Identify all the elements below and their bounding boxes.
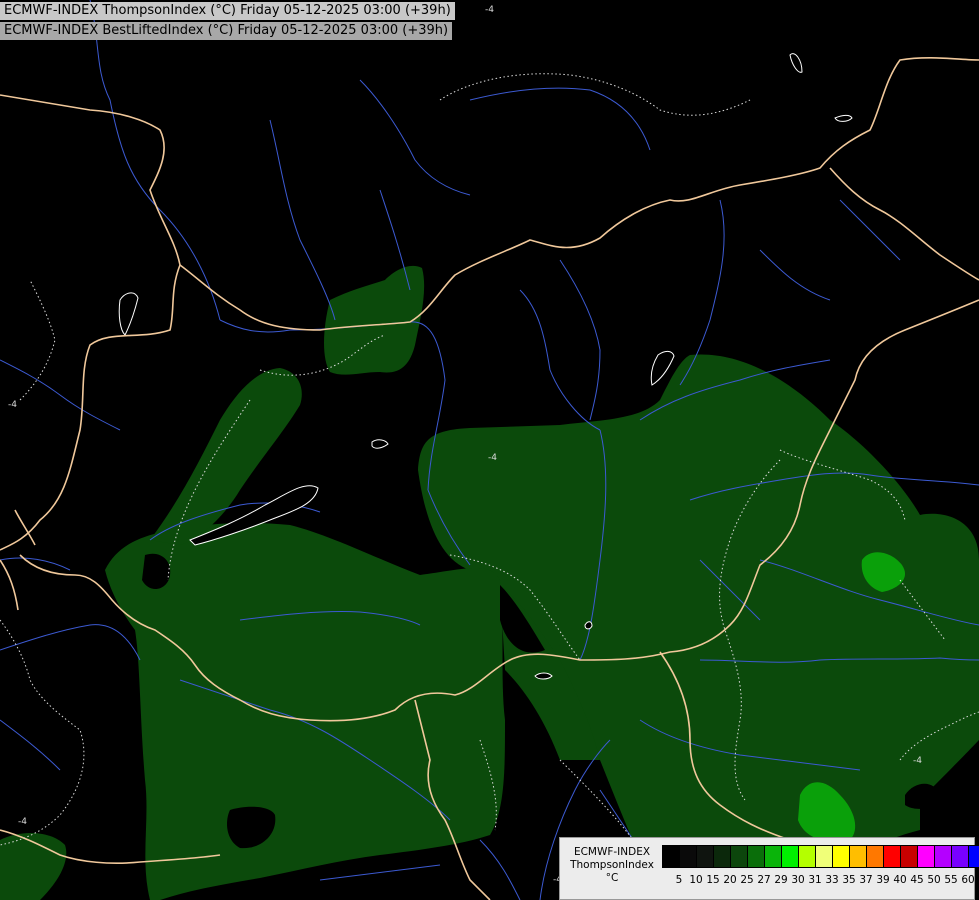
map-title-lifted: ECMWF-INDEX BestLiftedIndex (°C) Friday … [0, 22, 453, 40]
legend-tick-label: 31 [808, 874, 822, 886]
legend-swatch [663, 846, 680, 867]
legend-swatch [918, 846, 935, 867]
legend-swatch [884, 846, 901, 867]
legend-tick-label: 15 [706, 874, 720, 886]
legend-swatch [799, 846, 816, 867]
legend-swatch [731, 846, 748, 867]
legend-tick-label: 25 [740, 874, 754, 886]
legend-color-bar [662, 845, 979, 868]
field-area-north [324, 265, 425, 375]
legend-swatch [765, 846, 782, 867]
legend-swatch [697, 846, 714, 867]
legend-unit: °C [605, 872, 619, 884]
legend-tick-label: 29 [774, 874, 788, 886]
legend-swatch [867, 846, 884, 867]
contour-label: -4 [913, 756, 922, 766]
legend-swatch [782, 846, 799, 867]
contour-label: -4 [18, 817, 27, 827]
weather-map[interactable]: -4 -4 -4 -4 -4 -4 [0, 0, 979, 900]
legend-tick-label: 27 [757, 874, 771, 886]
map-viewer: -4 -4 -4 -4 -4 -4 ECMWF-INDEX ThompsonIn… [0, 0, 979, 900]
legend-swatch [748, 846, 765, 867]
legend-tick-label: 40 [893, 874, 907, 886]
legend-tick-label: 35 [842, 874, 856, 886]
map-title-thompson: ECMWF-INDEX ThompsonIndex (°C) Friday 05… [0, 2, 455, 20]
legend-swatch [935, 846, 952, 867]
legend-swatch [901, 846, 918, 867]
legend-tick-label: 37 [859, 874, 873, 886]
field-area-central-strip [150, 368, 302, 545]
legend-tick-label: 39 [876, 874, 890, 886]
legend-swatch [833, 846, 850, 867]
contour-label: -4 [8, 400, 17, 410]
legend-swatch [680, 846, 697, 867]
legend-swatch [952, 846, 969, 867]
legend-swatch [850, 846, 867, 867]
legend-tick-label: 60 [961, 874, 975, 886]
color-legend: ECMWF-INDEX ThompsonIndex °C 5 10 15 20 25 27… [559, 837, 979, 900]
legend-tick-label: 20 [723, 874, 737, 886]
legend-tick-label: 5 [675, 874, 683, 886]
legend-tick-label: 33 [825, 874, 839, 886]
legend-swatch [816, 846, 833, 867]
legend-swatch [714, 846, 731, 867]
legend-tick-label: 55 [944, 874, 958, 886]
legend-tick-label: 45 [910, 874, 924, 886]
contour-label: -4 [485, 5, 494, 15]
legend-title: ECMWF-INDEX ThompsonIndex °C [564, 846, 660, 885]
legend-tick-label: 50 [927, 874, 941, 886]
legend-title-model: ECMWF-INDEX [573, 846, 651, 858]
legend-tick-label: 30 [791, 874, 805, 886]
legend-title-parameter: ThompsonIndex [570, 859, 654, 871]
legend-tick-label: 10 [689, 874, 703, 886]
legend-ticks: 5 10 15 20 25 27 29 30 31 33 35 37 39 40 45 50 55 60 [662, 874, 979, 888]
legend-swatch [969, 846, 979, 867]
contour-label: -4 [488, 453, 497, 463]
